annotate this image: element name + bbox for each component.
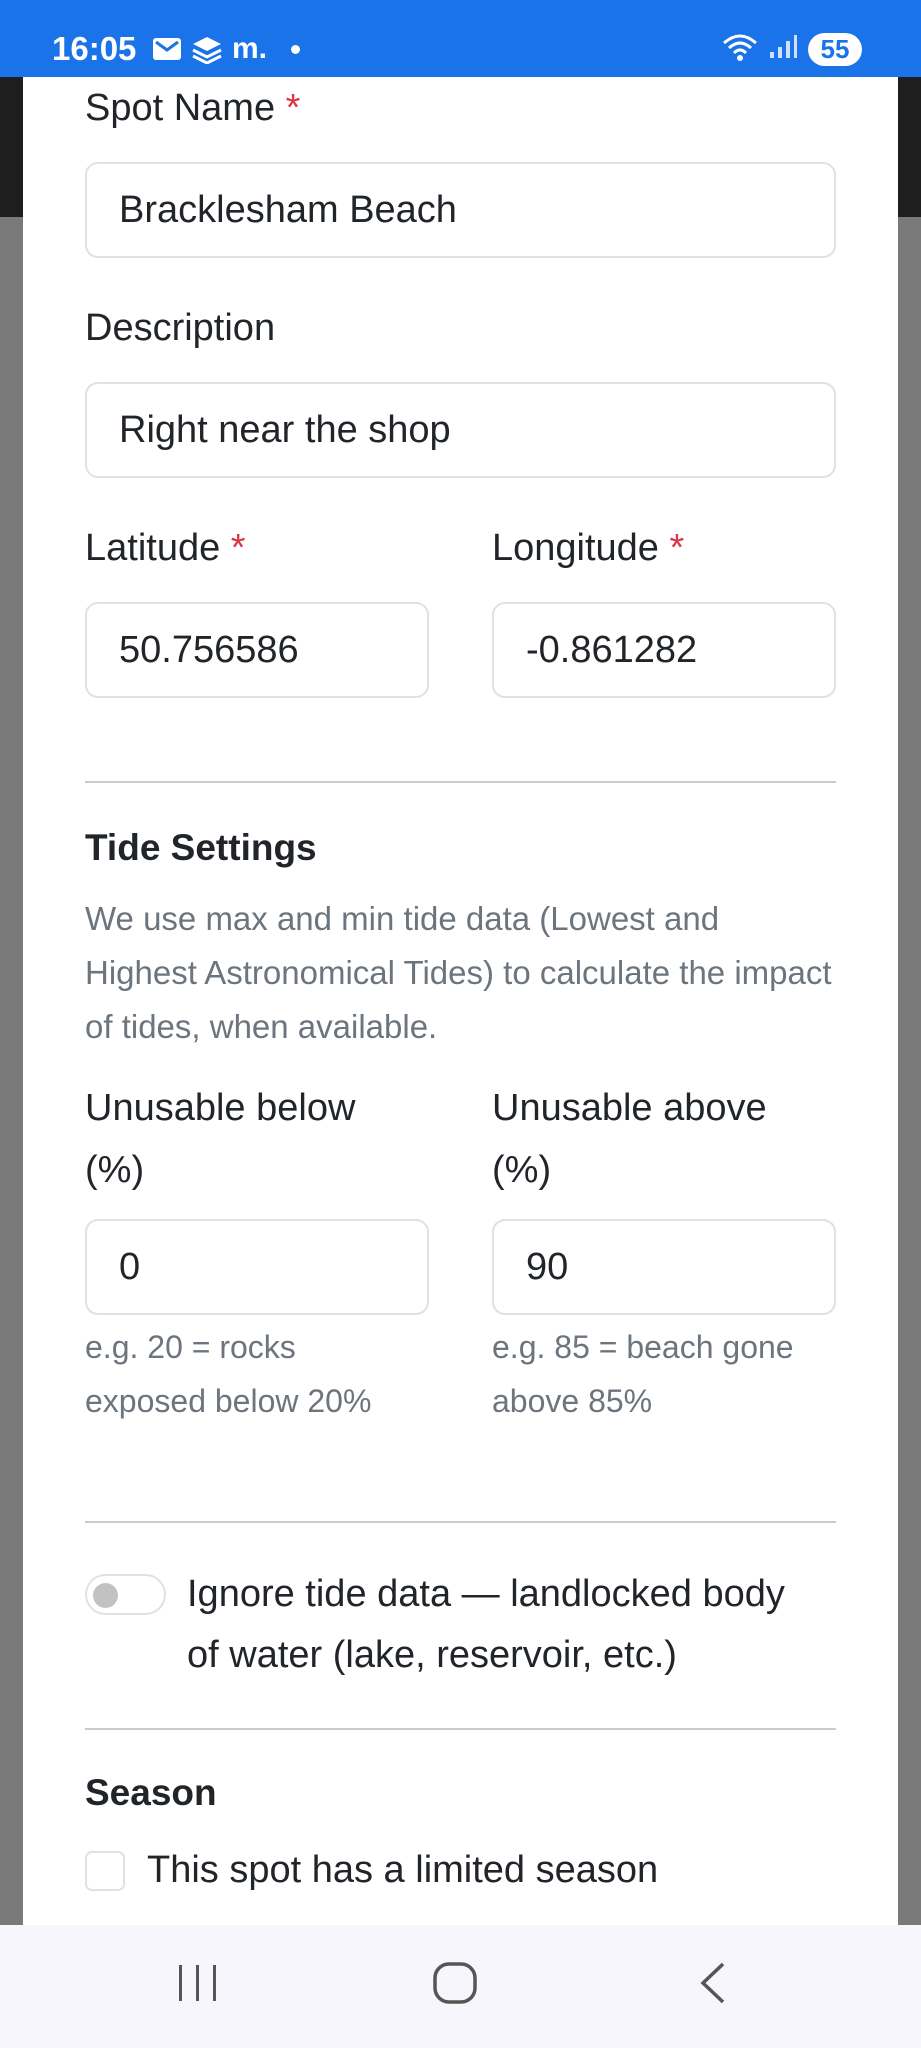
season-title: Season [85,1772,217,1813]
spot-name-input[interactable]: Bracklesham Beach [85,162,836,258]
section-divider [85,1521,836,1523]
system-nav-bar [0,1925,921,2048]
status-dot [291,44,301,54]
status-m-text: m. [232,32,268,65]
latitude-label: Latitude * [85,527,246,569]
spot-name-label: Spot Name * [85,87,301,129]
home-button[interactable] [415,1955,495,2015]
backdrop-dark-left [0,77,23,217]
recent-apps-icon [175,1963,221,2008]
edit-spot-modal: Spot Name * Bracklesham Beach Descriptio… [23,77,898,1925]
stack-icon [190,34,224,64]
recent-apps-button[interactable] [158,1955,238,2015]
backdrop-dark-right [898,77,921,217]
unusable-above-label: Unusable above (%) [492,1087,767,1191]
toggle-knob [93,1583,118,1608]
latitude-input[interactable]: 50.756586 [85,602,429,698]
home-icon [432,1961,478,2010]
back-button[interactable] [673,1955,753,2015]
unusable-below-label: Unusable below (%) [85,1087,356,1191]
description-label: Description [85,307,276,349]
required-mark: * [669,527,685,569]
signal-icon [768,34,798,65]
ignore-tide-toggle[interactable] [85,1574,166,1615]
limited-season-label[interactable]: This spot has a limited season [147,1849,658,1892]
tide-settings-title: Tide Settings [85,827,317,868]
status-system-icons: 55 [722,33,862,66]
limited-season-checkbox[interactable] [85,1851,125,1891]
status-bar: 16:05 m. 55 [0,0,921,77]
status-notification-icons: m. [152,32,301,66]
wifi-icon [722,33,758,66]
ignore-tide-label[interactable]: Ignore tide data — landlocked body of wa… [187,1564,827,1686]
status-time: 16:05 [52,30,137,67]
tide-settings-info: We use max and min tide data (Lowest and… [85,900,832,1045]
longitude-label: Longitude * [492,527,685,569]
unusable-above-input[interactable]: 90 [492,1219,836,1315]
back-icon [695,1961,731,2010]
longitude-input[interactable]: -0.861282 [492,602,836,698]
mail-icon [152,36,182,62]
description-input[interactable]: Right near the shop [85,382,836,478]
unusable-below-input[interactable]: 0 [85,1219,429,1315]
section-divider [85,1728,836,1730]
required-mark: * [285,87,301,129]
battery-indicator: 55 [808,33,862,66]
required-mark: * [230,527,246,569]
section-divider [85,781,836,783]
unusable-below-help: e.g. 20 = rocks exposed below 20% [85,1329,372,1419]
unusable-above-help: e.g. 85 = beach gone above 85% [492,1329,794,1419]
